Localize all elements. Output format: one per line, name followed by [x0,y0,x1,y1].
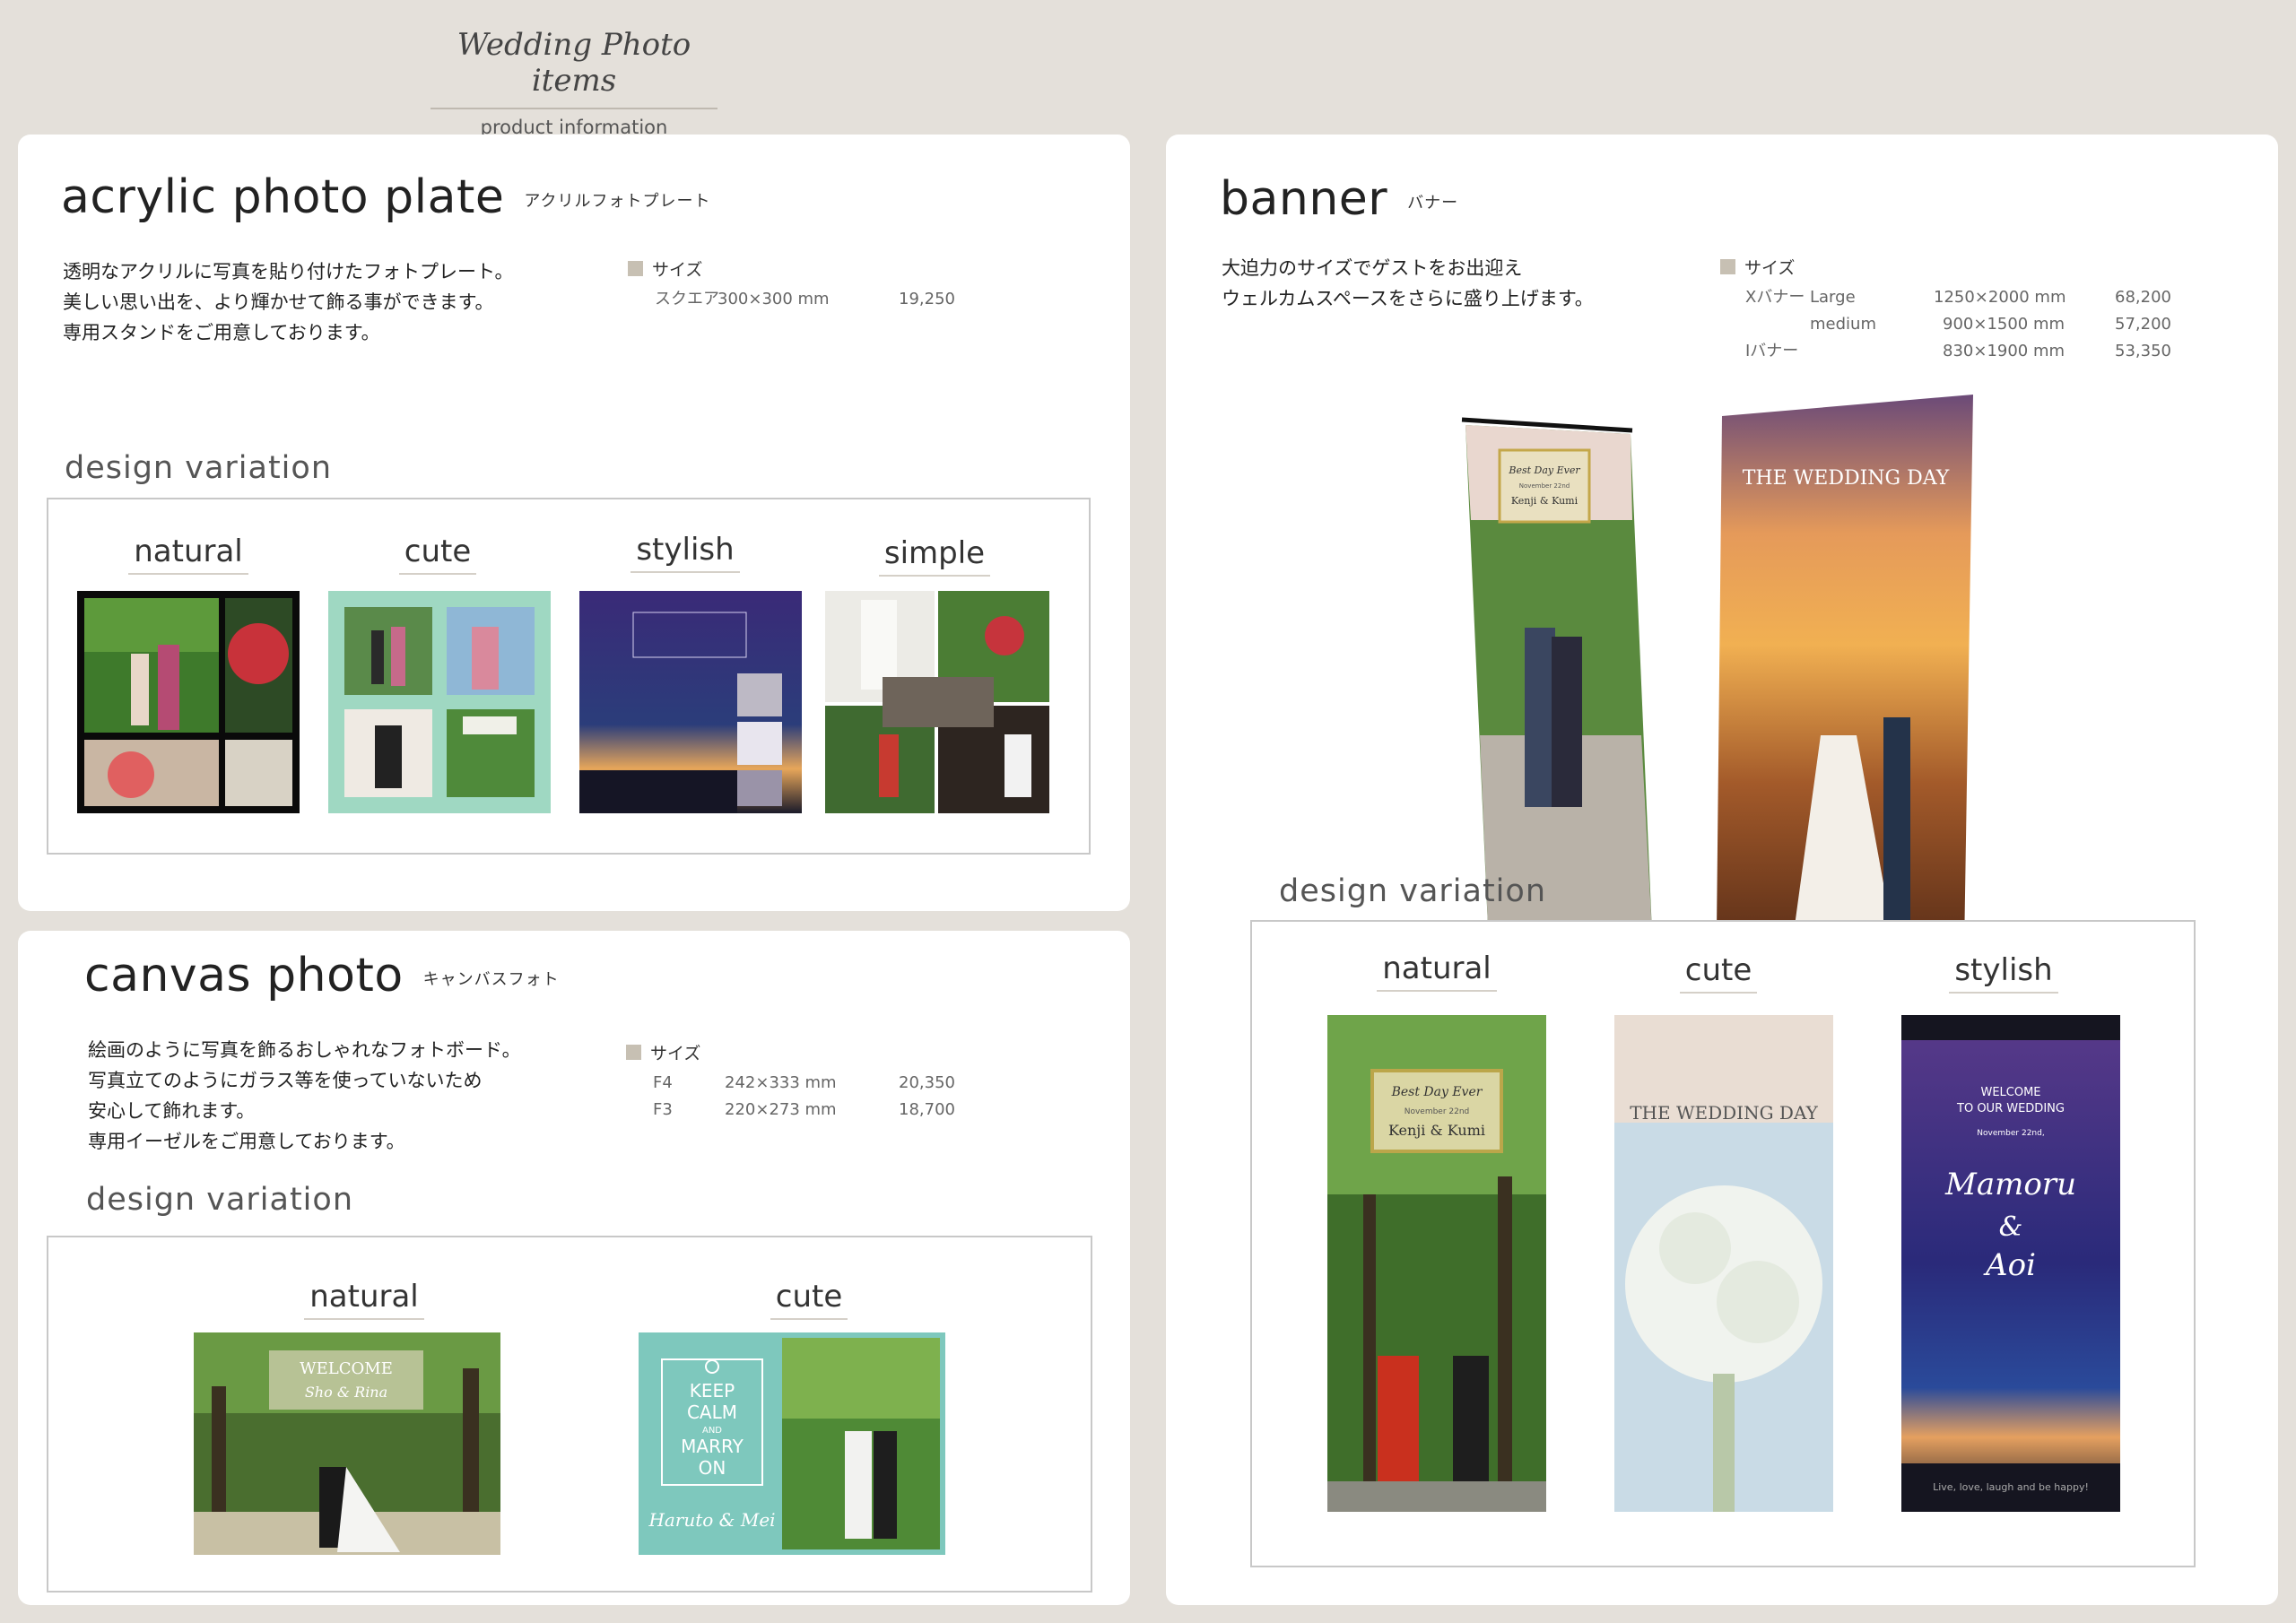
acrylic-variation-box: natural cute stylish simple [47,498,1091,855]
acrylic-title: acrylic photo plate アクリルフォトプレート [61,170,711,224]
natural-line1: Best Day Ever [1391,1085,1483,1099]
variation-label-natural: natural [1347,950,1526,992]
banner-size-table: サイズ Xバナー Large 1250×2000 mm 68,200 mediu… [1720,255,2187,365]
canvas-size-table: サイズ F4 242×333 mm 20,350 F3 220×273 mm 1… [626,1040,967,1124]
cute-title: THE WEDDING DAY [1630,1102,1818,1124]
stylish-line1: WELCOME [1980,1086,2040,1099]
size-square-icon [628,261,643,276]
canvas-natural-names-text: Sho & Rina [305,1384,387,1401]
stylish-date: November 22nd, [1977,1129,2044,1138]
canvas-design-variation-heading: design variation [86,1182,353,1218]
stylish-names2: Aoi [1983,1247,2036,1283]
size-square-icon [1720,259,1735,274]
size-row: F4 242×333 mm 20,350 [653,1073,955,1092]
marry-text: MARRY [681,1436,744,1457]
sample-left-line2: November 22nd [1519,482,1570,490]
calm-text: CALM [687,1402,737,1423]
page-header: Wedding Photo items product information [430,27,718,138]
banner-title: banner バナー [1220,172,1459,226]
size-row: F3 220×273 mm 18,700 [653,1100,955,1119]
stylish-line2: TO OUR WEDDING [1956,1102,2065,1115]
banner-natural-image: Best Day Ever November 22nd Kenji & Kumi [1327,1015,1546,1512]
sample-left-line1: Best Day Ever [1508,464,1580,476]
canvas-natural-welcome-text: WELCOME [300,1359,393,1378]
canvas-title: canvas photo キャンバスフォト [84,949,560,1002]
banner-stylish-image: WELCOME TO OUR WEDDING November 22nd, Ma… [1901,1015,2120,1512]
stylish-amp: & [1999,1211,2023,1243]
canvas-variation-box: natural cute WELCOME Sho & Rina KEEP CAL… [47,1236,1092,1593]
acrylic-panel: acrylic photo plate アクリルフォトプレート 透明なアクリルに写… [18,135,1130,911]
cute-names-text: Haruto & Mei [648,1509,775,1531]
size-row: medium 900×1500 mm 57,200 [1810,315,2171,334]
banner-panel: banner バナー 大迫力のサイズでゲストをお出迎え ウェルカムスペースをさらに… [1166,135,2278,1605]
banner-design-variation-heading: design variation [1279,873,1546,909]
banner-variation-box: natural cute stylish Best Day Ever Novem… [1250,920,2196,1567]
natural-line2: November 22nd [1405,1107,1470,1116]
size-square-icon [626,1045,641,1060]
stylish-footer: Live, love, laugh and be happy! [1933,1481,2089,1493]
acrylic-design-variation-heading: design variation [65,450,332,486]
acrylic-stylish-image [579,591,802,813]
banner-sample-x-banner: THE WEDDING DAY [1704,395,1991,995]
variation-label-natural: natural [274,1279,454,1320]
on-text: ON [699,1457,726,1479]
acrylic-size-table: サイズ スクエア 300×300 mm 19,250 [628,256,969,313]
variation-label-natural: natural [99,534,278,575]
and-text: AND [702,1426,722,1436]
variation-label-simple: simple [845,535,1024,577]
variation-label-cute: cute [1629,952,1808,994]
variation-label-cute: cute [719,1279,899,1320]
canvas-cute-image: KEEP CALM AND MARRY ON Haruto & Mei [639,1332,945,1555]
variation-label-stylish: stylish [596,532,775,573]
size-row: スクエア 300×300 mm 19,250 [655,290,955,308]
keep-text: KEEP [690,1380,735,1402]
stylish-names1: Mamoru [1944,1167,2076,1202]
size-row: Xバナー Large 1250×2000 mm 68,200 [1745,288,2171,307]
acrylic-natural-image [77,591,300,813]
variation-label-cute: cute [348,534,527,575]
sample-left-names: Kenji & Kumi [1511,495,1578,507]
banner-sample-i-banner: Best Day Ever November 22nd Kenji & Kumi [1453,412,1659,950]
banner-description: 大迫力のサイズでゲストをお出迎え ウェルカムスペースをさらに盛り上げます。 [1222,257,1594,309]
acrylic-description: 透明なアクリルに写真を貼り付けたフォトプレート。 美しい思い出を、より輝かせて飾… [63,261,514,343]
variation-label-stylish: stylish [1914,952,2093,994]
banner-cute-image: THE WEDDING DAY [1614,1015,1833,1512]
sample-right-title: THE WEDDING DAY [1743,467,1950,490]
canvas-description: 絵画のように写真を飾るおしゃれなフォトボード。 写真立てのようにガラス等を使って… [88,1039,521,1152]
acrylic-simple-image [825,591,1049,813]
page-title: Wedding Photo items [430,27,718,109]
canvas-natural-image: WELCOME Sho & Rina [194,1332,500,1555]
canvas-panel: canvas photo キャンバスフォト 絵画のように写真を飾るおしゃれなフォト… [18,931,1130,1605]
size-row: Iバナー 830×1900 mm 53,350 [1745,342,2171,360]
natural-names: Kenji & Kumi [1388,1122,1485,1139]
acrylic-cute-image [328,591,551,813]
